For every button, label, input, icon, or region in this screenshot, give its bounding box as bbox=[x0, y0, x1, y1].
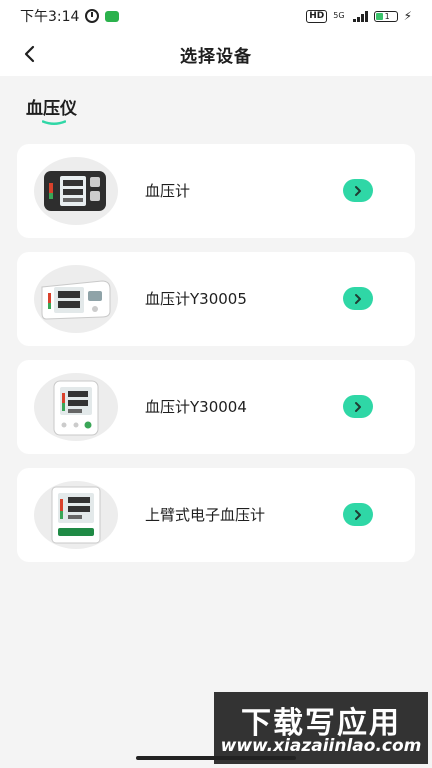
device-thumbnail bbox=[34, 265, 118, 333]
device-name: 血压计Y30005 bbox=[145, 290, 247, 308]
network-type: 5G bbox=[333, 11, 345, 20]
enter-button[interactable] bbox=[343, 179, 373, 202]
home-indicator[interactable] bbox=[136, 756, 296, 760]
device-card[interactable]: 血压计Y30005 bbox=[17, 252, 415, 346]
enter-button[interactable] bbox=[343, 395, 373, 418]
section-underline bbox=[42, 120, 66, 125]
device-name: 血压计Y30004 bbox=[145, 398, 247, 416]
device-thumbnail bbox=[34, 481, 118, 549]
wechat-notification-icon bbox=[105, 10, 120, 22]
back-button[interactable] bbox=[16, 40, 44, 68]
status-bar-right: HD 5G 1 ⚡ bbox=[306, 9, 412, 23]
signal-icon bbox=[352, 10, 368, 22]
status-bar: 下午3:14 HD 5G 1 ⚡ bbox=[0, 0, 432, 32]
status-bar-left: 下午3:14 bbox=[20, 6, 120, 26]
hd-badge: HD bbox=[306, 9, 328, 23]
page-title: 选择设备 bbox=[180, 46, 252, 67]
blood-pressure-monitor-icon bbox=[53, 380, 99, 436]
chevron-right-icon bbox=[355, 401, 361, 412]
enter-button[interactable] bbox=[343, 287, 373, 310]
status-time: 下午3:14 bbox=[20, 9, 80, 25]
enter-button[interactable] bbox=[343, 503, 373, 526]
watermark: 下载写应用 www.xiazaiinlao.com bbox=[214, 692, 428, 764]
chevron-right-icon bbox=[355, 509, 361, 520]
blood-pressure-monitor-icon bbox=[44, 171, 106, 211]
alarm-icon bbox=[85, 9, 100, 23]
device-thumbnail bbox=[34, 157, 118, 225]
device-card[interactable]: 血压计Y30004 bbox=[17, 360, 415, 454]
device-card[interactable]: 血压计 bbox=[17, 144, 415, 238]
battery-icon: 1 bbox=[373, 10, 398, 22]
blood-pressure-monitor-icon bbox=[51, 486, 101, 544]
device-card[interactable]: 上臂式电子血压计 bbox=[17, 468, 415, 562]
blood-pressure-monitor-icon bbox=[41, 280, 111, 320]
device-name: 上臂式电子血压计 bbox=[145, 506, 266, 524]
chevron-right-icon bbox=[355, 293, 361, 304]
charging-icon: ⚡ bbox=[403, 9, 412, 23]
watermark-url: www.xiazaiinlao.com bbox=[220, 736, 422, 756]
chevron-left-icon bbox=[24, 45, 35, 63]
battery-level: 1 bbox=[384, 11, 390, 21]
device-name: 血压计 bbox=[145, 182, 191, 200]
section-title: 血压仪 bbox=[26, 99, 77, 119]
chevron-right-icon bbox=[355, 185, 361, 196]
device-thumbnail bbox=[34, 373, 118, 441]
app-header: 选择设备 bbox=[0, 32, 432, 76]
